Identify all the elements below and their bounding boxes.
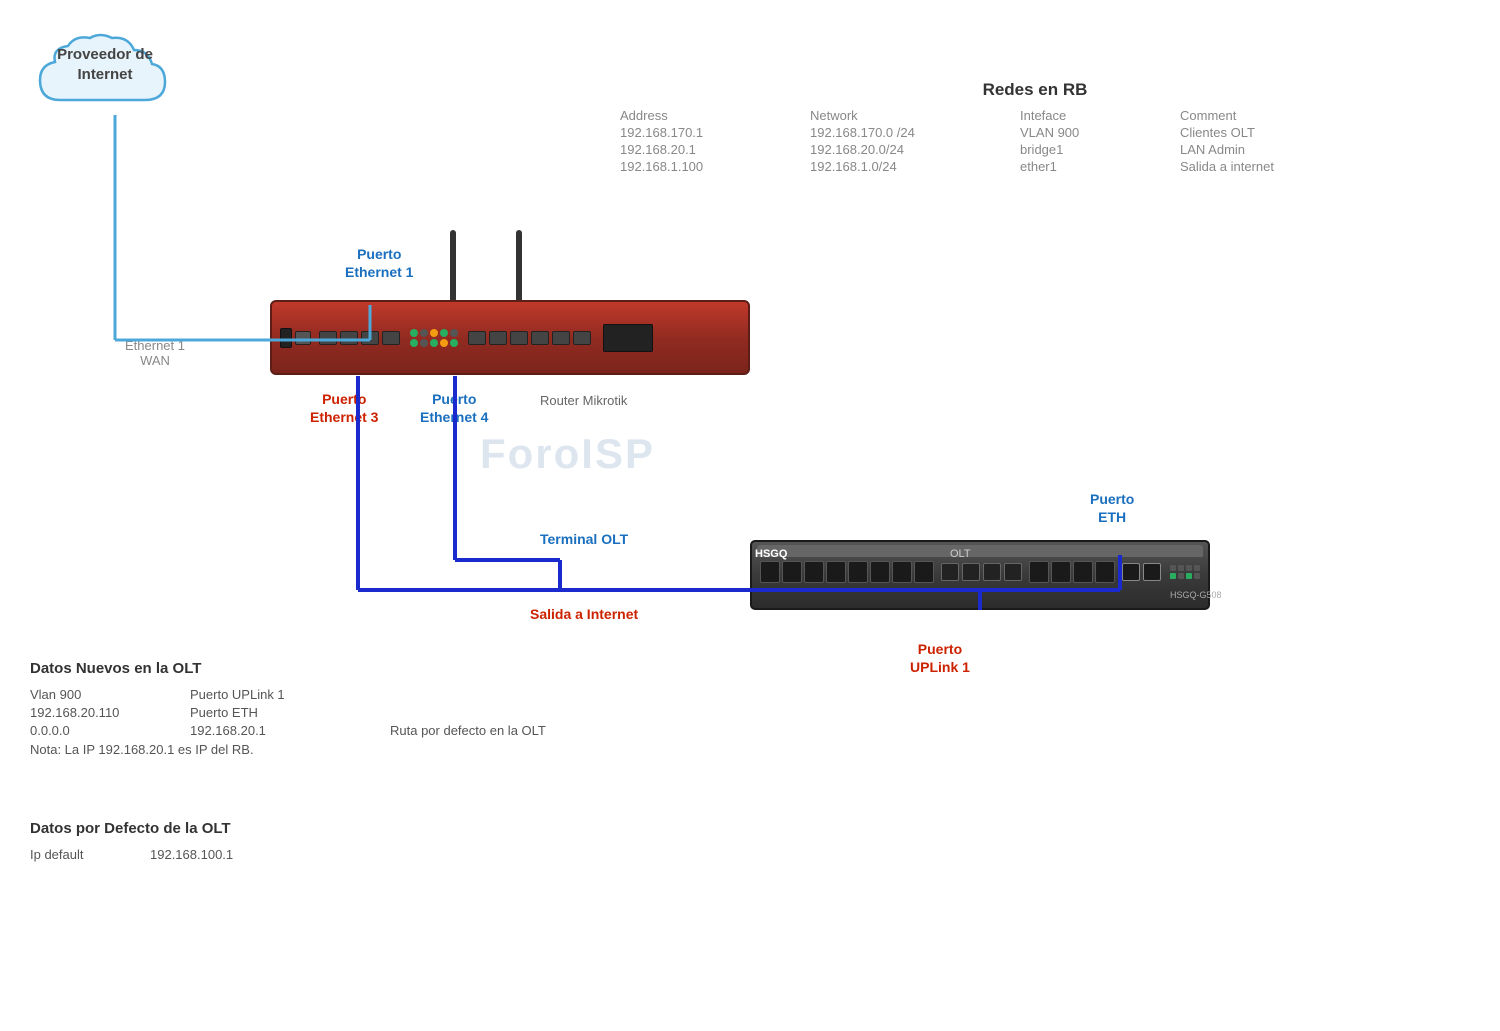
led-8 bbox=[430, 339, 438, 347]
redes-rb-title: Redes en RB bbox=[620, 80, 1450, 100]
row3-interface: ether1 bbox=[1020, 159, 1170, 174]
led-2 bbox=[420, 329, 428, 337]
eth1-wan-label: Ethernet 1 WAN bbox=[125, 338, 185, 368]
terminal-olt-label: Terminal OLT bbox=[540, 530, 628, 548]
router-port-eth1 bbox=[319, 331, 337, 345]
datos-nuevos-section: Datos Nuevos en la OLT Vlan 900 Puerto U… bbox=[30, 660, 630, 757]
olt-rj45-4 bbox=[1004, 563, 1022, 581]
dn-row2-col2: Puerto ETH bbox=[190, 705, 390, 720]
row1-comment: Clientes OLT bbox=[1180, 125, 1380, 140]
olt-sfp-7 bbox=[892, 561, 912, 583]
port-eth3-label: Puerto Ethernet 3 bbox=[310, 390, 378, 426]
datos-nuevos-grid: Vlan 900 Puerto UPLink 1 192.168.20.110 … bbox=[30, 687, 630, 738]
datos-defecto-grid: Ip default 192.168.100.1 bbox=[30, 847, 430, 862]
datos-nuevos-note: Nota: La IP 192.168.20.1 es IP del RB. bbox=[30, 742, 630, 757]
datos-defecto-section: Datos por Defecto de la OLT Ip default 1… bbox=[30, 820, 430, 862]
dn-row1-col2: Puerto UPLink 1 bbox=[190, 687, 390, 702]
dn-row3-col3: Ruta por defecto en la OLT bbox=[390, 723, 630, 738]
datos-nuevos-title: Datos Nuevos en la OLT bbox=[30, 660, 630, 677]
row2-network: 192.168.20.0/24 bbox=[810, 142, 1010, 157]
router-port-eth8 bbox=[531, 331, 549, 345]
router-mikrotik bbox=[270, 300, 750, 375]
col-header-comment: Comment bbox=[1180, 108, 1380, 123]
row1-network: 192.168.170.0 /24 bbox=[810, 125, 1010, 140]
olt-eth-uplink-2 bbox=[1143, 563, 1161, 581]
led-3 bbox=[430, 329, 438, 337]
olt-brand-label: HSGQ bbox=[755, 548, 787, 560]
row2-address: 192.168.20.1 bbox=[620, 142, 800, 157]
olt-sfp-2 bbox=[782, 561, 802, 583]
row3-network: 192.168.1.0/24 bbox=[810, 159, 1010, 174]
port-eth-label: Puerto ETH bbox=[1090, 490, 1134, 526]
port-eth1-label: Puerto Ethernet 1 bbox=[345, 245, 413, 281]
redes-rb-section: Redes en RB Address Network Inteface Com… bbox=[620, 80, 1450, 174]
led-1 bbox=[410, 329, 418, 337]
col-header-interface: Inteface bbox=[1020, 108, 1170, 123]
dn-row1-col3 bbox=[390, 687, 630, 702]
row1-address: 192.168.170.1 bbox=[620, 125, 800, 140]
dn-row2-col3 bbox=[390, 705, 630, 720]
router-label: Router Mikrotik bbox=[540, 392, 627, 410]
datos-defecto-title: Datos por Defecto de la OLT bbox=[30, 820, 430, 837]
olt-device bbox=[750, 540, 1210, 610]
dd-row1-col2: 192.168.100.1 bbox=[150, 847, 300, 862]
router-port-eth5 bbox=[468, 331, 486, 345]
antenna-right bbox=[516, 230, 522, 305]
row2-comment: LAN Admin bbox=[1180, 142, 1380, 157]
dn-row2-col1: 192.168.20.110 bbox=[30, 705, 190, 720]
olt-rj45-3 bbox=[983, 563, 1001, 581]
olt-top-label: OLT bbox=[950, 548, 971, 560]
olt-sfp-10 bbox=[1051, 561, 1071, 583]
router-port-eth9 bbox=[552, 331, 570, 345]
salida-internet-label: Salida a Internet bbox=[530, 605, 638, 623]
olt-sfp-12 bbox=[1095, 561, 1115, 583]
col-header-network: Network bbox=[810, 108, 1010, 123]
router-port-eth2 bbox=[340, 331, 358, 345]
led-5 bbox=[450, 329, 458, 337]
row1-interface: VLAN 900 bbox=[1020, 125, 1170, 140]
olt-eth-uplink-1 bbox=[1122, 563, 1140, 581]
router-port-eth4 bbox=[382, 331, 400, 345]
olt-sfp-3 bbox=[804, 561, 824, 583]
olt-sfp-4 bbox=[826, 561, 846, 583]
olt-model-label: HSGQ-G508 bbox=[1170, 590, 1222, 600]
olt-rj45-1 bbox=[941, 563, 959, 581]
olt-ports-row bbox=[752, 557, 1208, 587]
led-10 bbox=[450, 339, 458, 347]
row3-address: 192.168.1.100 bbox=[620, 159, 800, 174]
olt-sfp-5 bbox=[848, 561, 868, 583]
olt-rj45-2 bbox=[962, 563, 980, 581]
dd-row1-col1: Ip default bbox=[30, 847, 150, 862]
router-antennas bbox=[450, 230, 522, 305]
router-port-eth6 bbox=[489, 331, 507, 345]
olt-sfp-11 bbox=[1073, 561, 1093, 583]
watermark: ForoISP bbox=[480, 430, 655, 478]
dn-row3-col2: 192.168.20.1 bbox=[190, 723, 390, 738]
led-9 bbox=[440, 339, 448, 347]
olt-sfp-6 bbox=[870, 561, 890, 583]
col-header-address: Address bbox=[620, 108, 800, 123]
olt-sfp-8 bbox=[914, 561, 934, 583]
cloud-label: Proveedor de Internet bbox=[30, 45, 180, 84]
internet-provider-cloud: Proveedor de Internet bbox=[30, 30, 180, 140]
antenna-left bbox=[450, 230, 456, 305]
olt-sfp-1 bbox=[760, 561, 780, 583]
dn-row3-col1: 0.0.0.0 bbox=[30, 723, 190, 738]
port-eth4-label: Puerto Ethernet 4 bbox=[420, 390, 488, 426]
router-port-eth3 bbox=[361, 331, 379, 345]
redes-rb-grid: Address Network Inteface Comment 192.168… bbox=[620, 108, 1450, 174]
row3-comment: Salida a internet bbox=[1180, 159, 1380, 174]
router-port-eth10 bbox=[573, 331, 591, 345]
port-uplink-label: Puerto UPLink 1 bbox=[910, 640, 970, 676]
router-port-eth7 bbox=[510, 331, 528, 345]
olt-sfp-9 bbox=[1029, 561, 1049, 583]
led-4 bbox=[440, 329, 448, 337]
dn-row1-col1: Vlan 900 bbox=[30, 687, 190, 702]
row2-interface: bridge1 bbox=[1020, 142, 1170, 157]
led-7 bbox=[420, 339, 428, 347]
olt-top-bar bbox=[757, 545, 1203, 557]
led-6 bbox=[410, 339, 418, 347]
